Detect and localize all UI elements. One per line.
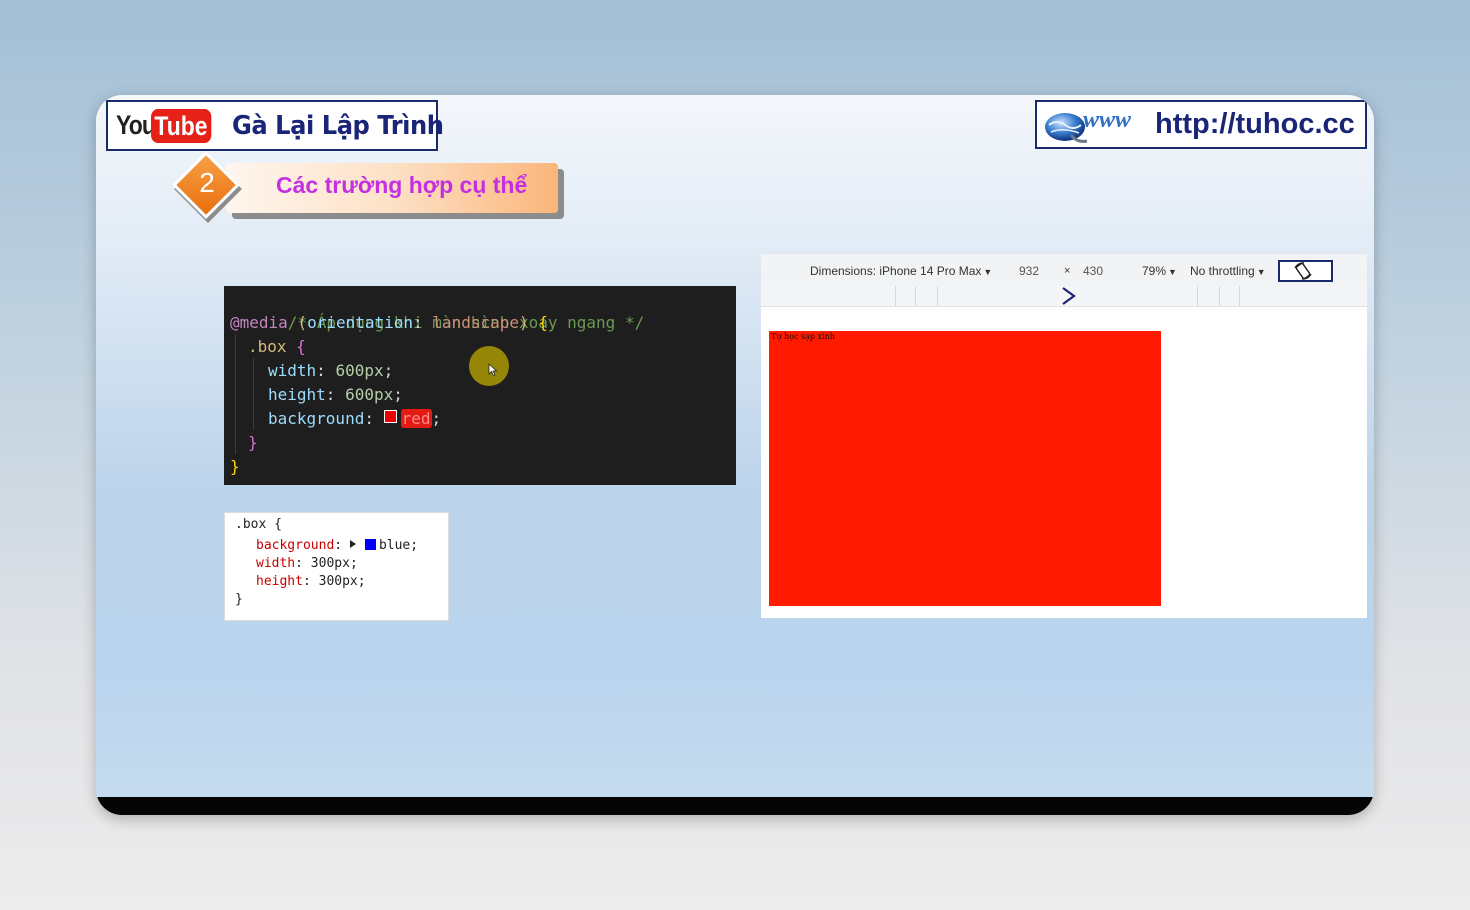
color-swatch-icon[interactable] [383, 410, 397, 423]
device-width-input[interactable]: 932 [1019, 264, 1039, 278]
code-colon: : [413, 313, 433, 332]
code-outer-close-brace: } [230, 457, 240, 476]
dropdown-arrow-icon: ▼ [1256, 267, 1266, 277]
code-height-prop: height [268, 385, 326, 404]
code-width-prop: width [268, 361, 317, 380]
device-dimensions-label: Dimensions: iPhone 14 Pro Max [810, 264, 982, 278]
youtube-logo-you: You [116, 110, 156, 140]
code-line-width: width: 600px; [268, 361, 394, 380]
times-icon: × [1064, 265, 1071, 277]
youtube-logo-tube: Tube [151, 108, 211, 143]
code-editor: /* Áp dụng khi màn hình xoay ngang */ @m… [224, 286, 736, 485]
rule-height-prop: height [256, 574, 303, 589]
section-banner: Các trường hợp cụ thể [226, 163, 558, 213]
rotate-icon [1294, 262, 1312, 280]
color-swatch-icon[interactable] [364, 539, 376, 550]
rule-height[interactable]: height: 300px; [256, 573, 366, 591]
rule-width[interactable]: width: 300px; [256, 555, 358, 573]
code-media-value: landscape [432, 313, 519, 332]
rule-background[interactable]: background: blue; [256, 537, 418, 555]
section-number-badge: 2 [172, 151, 242, 223]
youtube-channel-badge: You Tube Gà Lại Lập Trình [106, 100, 443, 151]
site-url[interactable]: http://tuhoc.cc [1155, 108, 1355, 141]
zoom-dropdown[interactable]: 79% ▼ [1142, 264, 1177, 278]
code-paren-close: ) [519, 313, 529, 332]
css-rule-panel: .box { background: blue; width: 300px; h… [224, 512, 449, 621]
channel-name: Gà Lại Lập Trình [231, 110, 444, 141]
section-number: 2 [199, 167, 215, 198]
throttling-value: No throttling [1190, 264, 1255, 278]
preview-box-text: Tự học sạp xình [771, 332, 835, 341]
zoom-value: 79% [1142, 264, 1167, 278]
rule-selector: .box { [235, 517, 282, 532]
section-title: Các trường hợp cụ thể [276, 172, 528, 198]
www-logo-text: www [1083, 107, 1132, 133]
device-toolbar: Dimensions: iPhone 14 Pro Max ▼ 932 × 430… [761, 254, 1367, 286]
code-width-value: 600px [335, 361, 384, 380]
code-selector-brace: { [286, 337, 306, 356]
code-brace-open: { [528, 313, 548, 332]
code-at-rule: @media [230, 313, 288, 332]
device-height-input[interactable]: 430 [1083, 264, 1103, 278]
code-line-background: background: red; [268, 409, 442, 428]
code-paren-open: ( [287, 313, 308, 332]
device-preview-panel: Dimensions: iPhone 14 Pro Max ▼ 932 × 430… [761, 254, 1367, 618]
code-line-height: height: 600px; [268, 385, 403, 404]
chevron-right-icon [1062, 287, 1076, 305]
website-badge: www http://tuhoc.cc [1035, 100, 1367, 149]
code-selector: .box [248, 337, 287, 356]
globe-www-icon: www [1041, 105, 1153, 145]
code-line-outer-close: } [230, 455, 240, 479]
dropdown-arrow-icon: ▼ [983, 267, 993, 277]
code-line-media: @media (orientation: landscape) { [230, 311, 548, 335]
slide: You Tube Gà Lại Lập Trình www http://tuh… [96, 95, 1374, 815]
code-height-value: 600px [345, 385, 394, 404]
dropdown-arrow-icon: ▼ [1168, 267, 1177, 277]
code-media-feature: orientation [307, 313, 414, 332]
slide-bottom-bar [96, 797, 1374, 815]
rule-width-value: 300px [310, 556, 350, 571]
rotate-button[interactable] [1278, 260, 1333, 282]
rule-background-prop: background [256, 538, 335, 553]
code-inner-close-brace: } [248, 433, 258, 452]
rule-width-prop: width [256, 556, 296, 571]
mouse-pointer-icon [488, 363, 498, 377]
code-line-selector: .box { [248, 335, 306, 359]
code-background-value: red [400, 409, 432, 428]
device-dimensions-dropdown[interactable]: Dimensions: iPhone 14 Pro Max ▼ [810, 264, 992, 278]
youtube-logo: You Tube [116, 108, 222, 143]
rule-height-value: 300px [318, 574, 358, 589]
rule-background-value: blue [378, 538, 411, 553]
throttling-dropdown[interactable]: No throttling ▼ [1190, 264, 1266, 278]
preview-box: Tự học sạp xình [769, 331, 1161, 606]
code-background-prop: background [268, 409, 365, 428]
expand-triangle-icon[interactable] [349, 540, 356, 548]
code-line-inner-close: } [248, 431, 258, 455]
rule-close-brace: } [235, 592, 243, 607]
code-line-comment: /* Áp dụng khi màn hình xoay ngang */ [230, 287, 644, 332]
